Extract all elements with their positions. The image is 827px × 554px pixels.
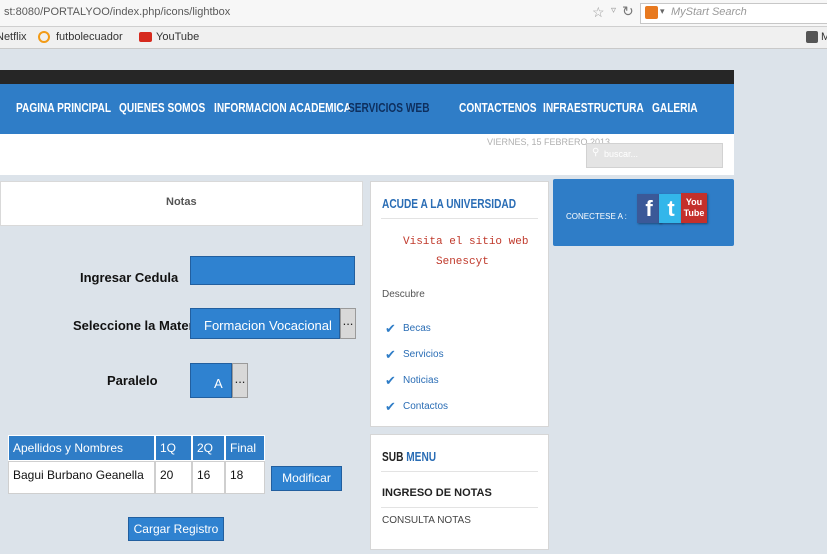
facebook-icon[interactable]: f	[637, 194, 661, 223]
browser-search-placeholder: MyStart Search	[671, 6, 747, 18]
bookmark-netflix[interactable]: Netflix	[0, 31, 27, 43]
youtube-icon[interactable]: You Tube	[681, 193, 707, 223]
paralelo-more-button[interactable]: ...	[232, 363, 248, 398]
bookmark-other[interactable]: M	[821, 31, 827, 43]
submenu-item-consulta-notas[interactable]: CONSULTA NOTAS	[382, 515, 471, 526]
column-header-2q: 2Q	[192, 435, 225, 461]
submenu-title-sub: SUB	[382, 449, 407, 464]
materia-value: Formacion Vocacional	[204, 318, 332, 333]
table-cell-1q: 20	[155, 461, 192, 494]
cargar-registro-button[interactable]: Cargar Registro	[128, 517, 224, 541]
youtube-icon-text-tube: Tube	[683, 208, 705, 218]
submenu-title: SUB MENU	[382, 449, 436, 464]
check-icon: ✔	[385, 399, 396, 414]
cedula-label: Ingresar Cedula	[80, 270, 179, 285]
notas-title: Notas	[166, 196, 197, 208]
column-header-final: Final	[225, 435, 265, 461]
search-engine-dropdown-icon[interactable]: ▾	[660, 6, 665, 17]
paralelo-select[interactable]	[190, 363, 232, 398]
senescyt-link[interactable]: Senescyt	[436, 256, 489, 268]
link-becas[interactable]: Becas	[403, 323, 431, 334]
divider	[381, 218, 538, 219]
materia-label: Seleccione la Materia	[73, 318, 205, 333]
bookmarks-bar	[0, 27, 827, 49]
nav-item-servicios-web[interactable]: SERVICIOS WEB	[348, 100, 430, 115]
visita-link[interactable]: Visita el sitio web	[403, 236, 528, 248]
cedula-input[interactable]	[190, 256, 355, 285]
bookmark-folder-icon	[806, 31, 818, 43]
table-cell-nombre: Bagui Burbano Geanella	[8, 461, 155, 494]
twitter-icon[interactable]: t	[659, 194, 683, 223]
submenu-item-ingreso-notas[interactable]: INGRESO DE NOTAS	[382, 487, 492, 499]
url-text[interactable]: st:8080/PORTALYOO/index.php/icons/lightb…	[4, 6, 230, 18]
social-label: CONECTESE A :	[566, 212, 627, 221]
reload-icon[interactable]: ↻	[622, 3, 634, 20]
futbolecuador-icon	[38, 31, 50, 43]
submenu-title-menu: MENU	[406, 449, 437, 464]
table-cell-final: 18	[225, 461, 265, 494]
link-servicios[interactable]: Servicios	[403, 349, 444, 360]
paralelo-label: Paralelo	[107, 373, 158, 388]
link-contactos[interactable]: Contactos	[403, 401, 448, 412]
descubre-label: Descubre	[382, 289, 425, 300]
search-icon: ⚲	[592, 147, 600, 158]
materia-more-button[interactable]: ...	[340, 308, 356, 339]
column-header-nombres: Apellidos y Nombres	[8, 435, 155, 461]
link-noticias[interactable]: Noticias	[403, 375, 439, 386]
check-icon: ✔	[385, 321, 396, 336]
paralelo-value: A	[214, 376, 223, 391]
nav-item-infraestructura[interactable]: INFRAESTRUCTURA	[543, 100, 644, 115]
site-search-placeholder: buscar...	[604, 149, 639, 159]
nav-item-galeria[interactable]: GALERIA	[652, 100, 698, 115]
search-engine-icon[interactable]	[645, 6, 658, 19]
acude-title: ACUDE A LA UNIVERSIDAD	[382, 196, 517, 211]
nav-item-contactenos[interactable]: CONTACTENOS	[459, 100, 537, 115]
top-dark-bar	[0, 70, 734, 84]
column-header-1q: 1Q	[155, 435, 192, 461]
check-icon: ✔	[385, 347, 396, 362]
divider	[381, 507, 538, 508]
nav-item-informacion-academica[interactable]: INFORMACION ACADEMICA	[214, 100, 351, 115]
bookmark-youtube[interactable]: YouTube	[156, 31, 199, 43]
nav-item-quienes-somos[interactable]: QUIENES SOMOS	[119, 100, 205, 115]
divider	[381, 471, 538, 472]
table-cell-2q: 16	[192, 461, 225, 494]
modificar-button[interactable]: Modificar	[271, 466, 342, 491]
bookmark-futbolecuador[interactable]: futbolecuador	[56, 31, 123, 43]
youtube-bookmark-icon	[139, 32, 152, 42]
bookmark-star-icon[interactable]: ☆	[592, 4, 605, 21]
youtube-icon-text-you: You	[685, 197, 703, 207]
check-icon: ✔	[385, 373, 396, 388]
url-dropdown-icon[interactable]: ▿	[611, 5, 616, 16]
nav-item-pagina-principal[interactable]: PAGINA PRINCIPAL	[16, 100, 111, 115]
